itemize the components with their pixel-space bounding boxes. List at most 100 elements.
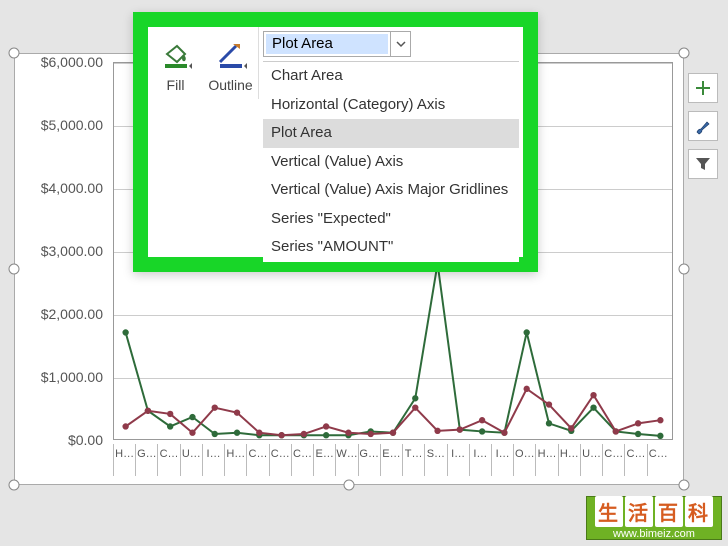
y-tick-label: $3,000.00: [23, 243, 103, 259]
category-axis[interactable]: H…G…C…U…I…H…C…C…C…E…W…G…E…T…S…I…I…I…O…H……: [113, 444, 669, 476]
x-tick-label: I…: [469, 444, 491, 476]
y-tick-label: $1,000.00: [23, 369, 103, 385]
data-point[interactable]: [234, 409, 240, 415]
series-expected[interactable]: [126, 264, 661, 436]
dropdown-item[interactable]: Horizontal (Category) Axis: [263, 91, 519, 120]
x-tick-label: H…: [558, 444, 580, 476]
dropdown-item[interactable]: Vertical (Value) Axis: [263, 148, 519, 177]
chart-filters-button[interactable]: [688, 149, 718, 179]
y-tick-label: $2,000.00: [23, 306, 103, 322]
data-point[interactable]: [613, 428, 619, 434]
x-tick-label: U…: [580, 444, 602, 476]
data-point[interactable]: [568, 425, 574, 431]
data-point[interactable]: [323, 423, 329, 429]
x-tick-label: I…: [447, 444, 469, 476]
resize-handle[interactable]: [344, 480, 355, 491]
data-point[interactable]: [167, 411, 173, 417]
chart-element-combo[interactable]: Plot Area: [263, 31, 411, 57]
y-tick-label: $0.00: [23, 432, 103, 448]
resize-handle[interactable]: [679, 264, 690, 275]
data-point[interactable]: [122, 329, 128, 335]
data-point[interactable]: [590, 392, 596, 398]
y-tick-label: $4,000.00: [23, 180, 103, 196]
data-point[interactable]: [212, 431, 218, 437]
data-point[interactable]: [546, 401, 552, 407]
x-tick-label: I…: [491, 444, 513, 476]
data-point[interactable]: [189, 414, 195, 420]
data-point[interactable]: [412, 395, 418, 401]
resize-handle[interactable]: [9, 264, 20, 275]
data-point[interactable]: [524, 329, 530, 335]
resize-handle[interactable]: [679, 48, 690, 59]
x-tick-label: G…: [135, 444, 157, 476]
chart-styles-button[interactable]: [688, 111, 718, 141]
data-point[interactable]: [368, 431, 374, 437]
watermark-badge: 生活百科 www.bimeiz.com: [586, 496, 722, 540]
fill-label: Fill: [167, 77, 185, 93]
data-point[interactable]: [590, 404, 596, 410]
dropdown-item[interactable]: Vertical (Value) Axis Major Gridlines: [263, 176, 519, 205]
data-point[interactable]: [256, 430, 262, 436]
outline-tool[interactable]: Outline: [203, 27, 258, 99]
data-point[interactable]: [234, 430, 240, 436]
data-point[interactable]: [524, 386, 530, 392]
data-point[interactable]: [501, 430, 507, 436]
data-point[interactable]: [434, 428, 440, 434]
funnel-icon: [694, 155, 712, 173]
data-point[interactable]: [657, 417, 663, 423]
x-tick-label: U…: [180, 444, 202, 476]
y-tick-label: $6,000.00: [23, 54, 103, 70]
x-tick-label: H…: [535, 444, 557, 476]
fill-icon: [154, 38, 198, 74]
resize-handle[interactable]: [679, 480, 690, 491]
x-tick-label: C…: [624, 444, 646, 476]
outline-label: Outline: [208, 77, 252, 93]
fill-tool[interactable]: Fill: [148, 27, 203, 99]
dropdown-item[interactable]: Series "AMOUNT": [263, 233, 519, 262]
x-tick-label: C…: [246, 444, 268, 476]
data-point[interactable]: [345, 430, 351, 436]
x-tick-label: C…: [602, 444, 624, 476]
data-point[interactable]: [412, 404, 418, 410]
x-tick-label: C…: [291, 444, 313, 476]
x-tick-label: G…: [358, 444, 380, 476]
resize-handle[interactable]: [9, 480, 20, 491]
chart-elements-button[interactable]: [688, 73, 718, 103]
data-point[interactable]: [457, 426, 463, 432]
plus-icon: [694, 79, 712, 97]
dropdown-item[interactable]: Plot Area: [263, 119, 519, 148]
data-point[interactable]: [635, 420, 641, 426]
data-point[interactable]: [390, 430, 396, 436]
brush-icon: [694, 117, 712, 135]
x-tick-label: E…: [313, 444, 335, 476]
data-point[interactable]: [145, 408, 151, 414]
x-tick-label: C…: [157, 444, 179, 476]
chart-element-selector: Plot Area Chart AreaHorizontal (Category…: [258, 27, 523, 99]
chevron-down-icon[interactable]: [390, 32, 410, 56]
data-point[interactable]: [167, 423, 173, 429]
data-point[interactable]: [189, 430, 195, 436]
data-point[interactable]: [657, 433, 663, 439]
dropdown-item[interactable]: Chart Area: [263, 62, 519, 91]
data-point[interactable]: [301, 431, 307, 437]
data-point[interactable]: [479, 428, 485, 434]
x-tick-label: C…: [269, 444, 291, 476]
x-tick-label: E…: [380, 444, 402, 476]
data-point[interactable]: [479, 417, 485, 423]
data-point[interactable]: [546, 420, 552, 426]
data-point[interactable]: [323, 432, 329, 438]
dropdown-item[interactable]: Series "Expected": [263, 205, 519, 234]
data-point[interactable]: [122, 423, 128, 429]
data-point[interactable]: [212, 404, 218, 410]
x-tick-label: C…: [647, 444, 669, 476]
y-tick-label: $5,000.00: [23, 117, 103, 133]
data-point[interactable]: [635, 431, 641, 437]
x-tick-label: I…: [202, 444, 224, 476]
chart-element-dropdown[interactable]: Chart AreaHorizontal (Category) AxisPlot…: [263, 61, 519, 262]
resize-handle[interactable]: [9, 48, 20, 59]
x-tick-label: W…: [335, 444, 357, 476]
x-tick-label: O…: [513, 444, 535, 476]
combo-value: Plot Area: [266, 34, 388, 54]
data-point[interactable]: [278, 432, 284, 438]
watermark-url: www.bimeiz.com: [613, 528, 695, 540]
